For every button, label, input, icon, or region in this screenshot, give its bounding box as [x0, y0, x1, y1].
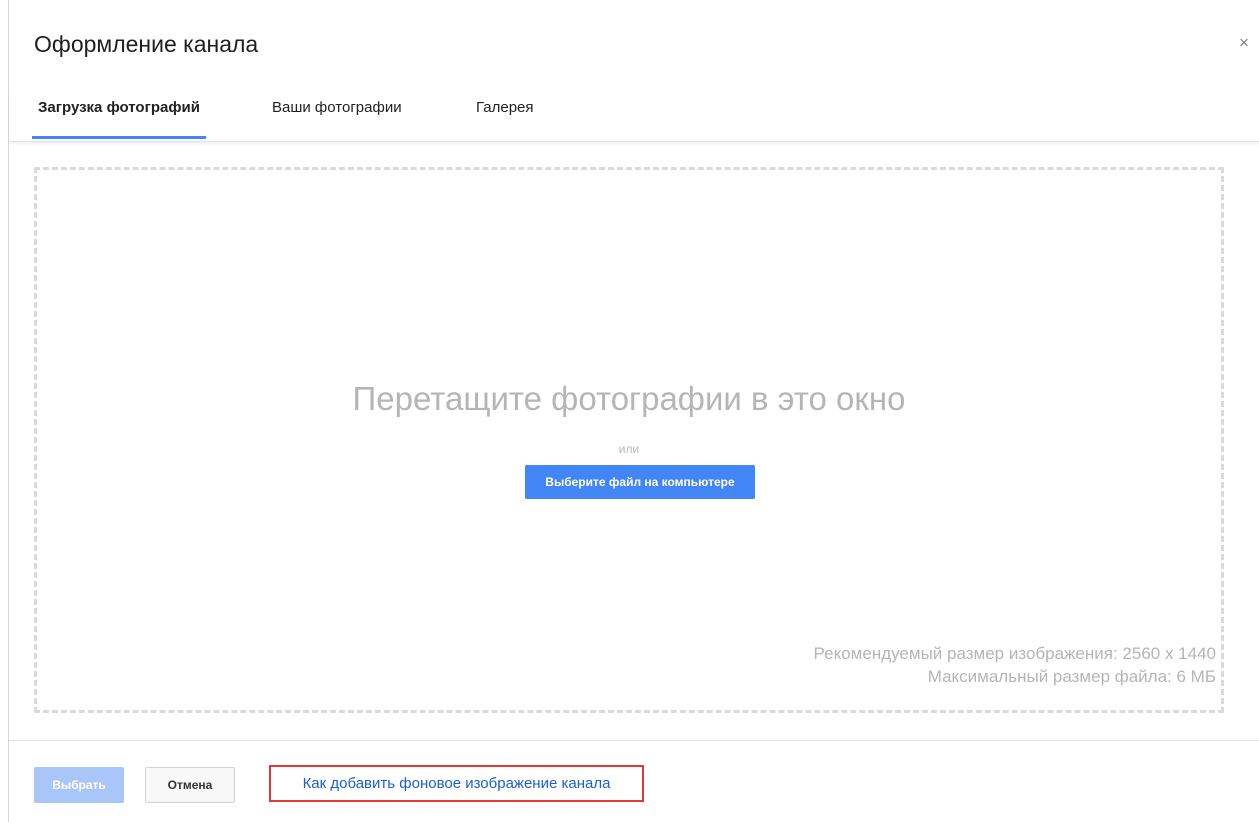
help-link-highlight: Как добавить фоновое изображение канала [269, 765, 644, 802]
tab-your-photos-label: Ваши фотографии [272, 99, 402, 116]
tab-bar: Загрузка фотографий Ваши фотографии Гале… [9, 88, 1259, 142]
tab-upload-photos[interactable]: Загрузка фотографий [32, 99, 206, 140]
dropzone-or-text: или [618, 442, 640, 456]
footer-divider [9, 740, 1259, 741]
cancel-button[interactable]: Отмена [145, 767, 235, 803]
tab-upload-photos-label: Загрузка фотографий [38, 99, 200, 116]
help-link[interactable]: Как добавить фоновое изображение канала [303, 775, 611, 792]
recommended-size-hint: Рекомендуемый размер изображения: 2560 x… [813, 644, 1216, 663]
choose-file-button[interactable]: Выберите файл на компьютере [525, 465, 755, 499]
photo-dropzone[interactable]: Перетащите фотографии в это окно или Выб… [34, 167, 1224, 713]
dialog-title: Оформление канала [34, 31, 259, 57]
tab-gallery-label: Галерея [476, 99, 534, 116]
close-icon[interactable]: × [1236, 34, 1252, 51]
tab-your-photos[interactable]: Ваши фотографии [272, 99, 402, 140]
tab-gallery[interactable]: Галерея [476, 99, 534, 140]
dropzone-title: Перетащите фотографии в это окно [352, 380, 906, 417]
select-button[interactable]: Выбрать [34, 767, 124, 803]
max-file-size-hint: Максимальный размер файла: 6 МБ [927, 667, 1216, 686]
active-tab-indicator [32, 136, 206, 139]
